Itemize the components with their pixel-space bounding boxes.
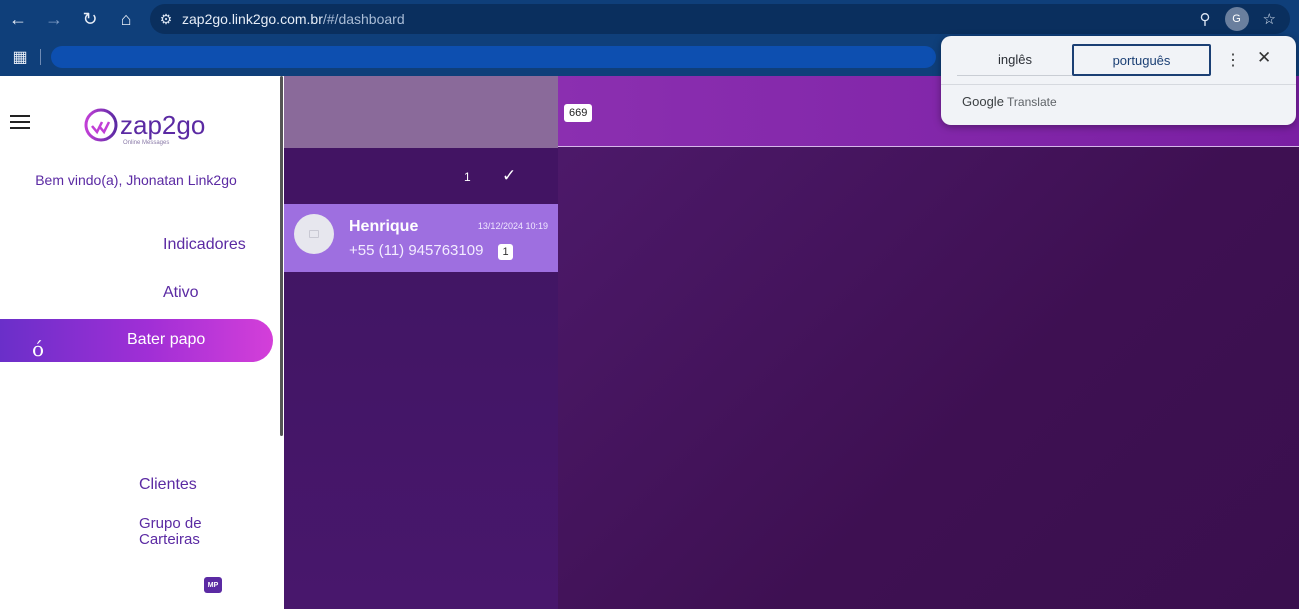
sidebar: zap2go Online Messages Bem vindo(a), Jho… [0, 76, 284, 609]
chat-phone: +55 (11) 945763109 [349, 242, 484, 259]
sidebar-item-clientes[interactable]: Clientes [139, 476, 197, 494]
chat-list-header [284, 76, 558, 148]
translate-icon[interactable]: G [1224, 7, 1249, 31]
back-icon[interactable]: ← [0, 0, 36, 38]
google-translate-brand: Google Translate [962, 94, 1057, 109]
hamburger-menu-icon[interactable] [10, 110, 34, 134]
zap2go-logo: zap2go Online Messages [84, 108, 205, 146]
source-language-tab[interactable]: inglês [957, 44, 1073, 76]
chat-name: Henrique [349, 218, 419, 235]
sidebar-item-indicadores[interactable]: Indicadores [163, 236, 246, 254]
forward-icon[interactable]: → [36, 0, 72, 38]
key-icon[interactable]: ⚲ [1200, 10, 1211, 28]
translate-popup: inglês português ⋮ ✕ Google Translate [941, 36, 1296, 125]
welcome-text: Bem vindo(a), Jhonatan Link2go [35, 172, 237, 188]
site-info-icon[interactable]: ⚙ [150, 11, 182, 28]
svg-text:Online Messages: Online Messages [123, 140, 169, 146]
sidebar-item-bater-papo[interactable]: ó Bater papo [0, 319, 273, 362]
home-icon[interactable]: ⌂ [108, 0, 144, 38]
chat-list-panel: 1 ✓ Henrique 13/12/2024 10:19 +55 (11) 9… [284, 76, 558, 609]
bookmark-star-icon[interactable]: ☆ [1263, 10, 1276, 28]
more-options-icon[interactable]: ⋮ [1225, 50, 1241, 70]
url-text[interactable]: zap2go.link2go.com.br/#/dashboard [182, 11, 405, 27]
popup-divider [941, 84, 1296, 85]
bookmarks-separator [40, 49, 41, 65]
browser-toolbar: ← → ↻ ⌂ ⚙ zap2go.link2go.com.br/#/dashbo… [0, 0, 1299, 38]
counter-badge: 669 [564, 104, 593, 122]
apps-grid-icon[interactable]: ▦ [0, 47, 40, 67]
bookmark-strip [51, 46, 936, 68]
chat-count: 1 [464, 170, 471, 184]
reload-icon[interactable]: ↻ [72, 0, 108, 38]
conversation-area: 669 [558, 76, 1299, 609]
svg-text:zap2go: zap2go [120, 110, 205, 140]
check-icon[interactable]: ✓ [502, 166, 516, 186]
avatar [294, 214, 334, 254]
chat-item[interactable]: Henrique 13/12/2024 10:19 +55 (11) 94576… [284, 204, 558, 272]
mp-badge[interactable]: MP [204, 577, 222, 593]
address-bar[interactable]: ⚙ zap2go.link2go.com.br/#/dashboard ⚲ G … [150, 4, 1290, 34]
chat-timestamp: 13/12/2024 10:19 [477, 221, 548, 231]
target-language-tab[interactable]: português [1072, 44, 1211, 76]
sidebar-scrollbar[interactable] [280, 76, 283, 436]
chat-glyph-icon: ó [32, 337, 45, 361]
sidebar-item-grupo-de-carteiras[interactable]: Grupo de Carteiras [139, 516, 229, 548]
close-icon[interactable]: ✕ [1257, 48, 1271, 68]
sidebar-item-label: Bater papo [127, 331, 206, 348]
unread-badge: 1 [498, 244, 513, 260]
chat-list-toolbar: 1 ✓ [284, 148, 558, 204]
image-placeholder-icon [309, 230, 319, 238]
sidebar-item-ativo[interactable]: Ativo [163, 284, 199, 302]
